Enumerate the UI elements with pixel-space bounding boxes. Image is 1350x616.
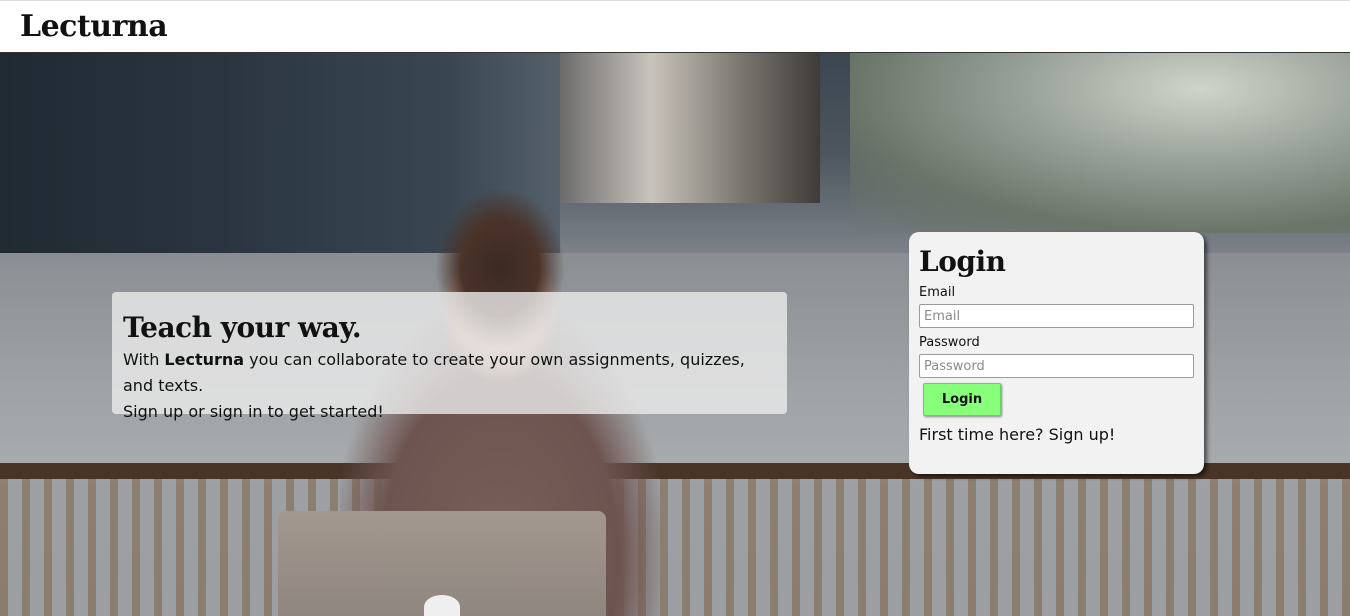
intro-line2: Sign up or sign in to get started!: [123, 402, 384, 421]
intro-heading: Teach your way.: [123, 311, 362, 344]
hero-background: Teach your way. With Lecturna you can co…: [0, 53, 1350, 616]
signup-prompt: First time here? Sign up!: [919, 425, 1194, 445]
login-button[interactable]: Login: [923, 383, 1001, 416]
signup-link[interactable]: Sign up!: [1049, 425, 1116, 444]
password-label: Password: [919, 335, 980, 350]
intro-line1-prefix: With: [123, 350, 165, 369]
intro-panel: Teach your way. With Lecturna you can co…: [112, 292, 787, 421]
intro-description: With Lecturna you can collaborate to cre…: [123, 347, 776, 425]
navbar: Lecturna: [0, 0, 1350, 53]
background-trees: [850, 53, 1350, 233]
password-field[interactable]: [919, 354, 1194, 378]
brand-logo[interactable]: Lecturna: [20, 9, 168, 44]
login-card: Login Email Password Login First time he…: [909, 232, 1204, 474]
login-title: Login: [919, 245, 1006, 278]
email-field[interactable]: [919, 304, 1194, 328]
apple-logo-icon: [424, 595, 460, 616]
signup-prompt-text: First time here?: [919, 425, 1049, 444]
email-label: Email: [919, 285, 956, 300]
intro-brand-name: Lecturna: [164, 350, 245, 369]
background-fence: [0, 479, 1350, 616]
